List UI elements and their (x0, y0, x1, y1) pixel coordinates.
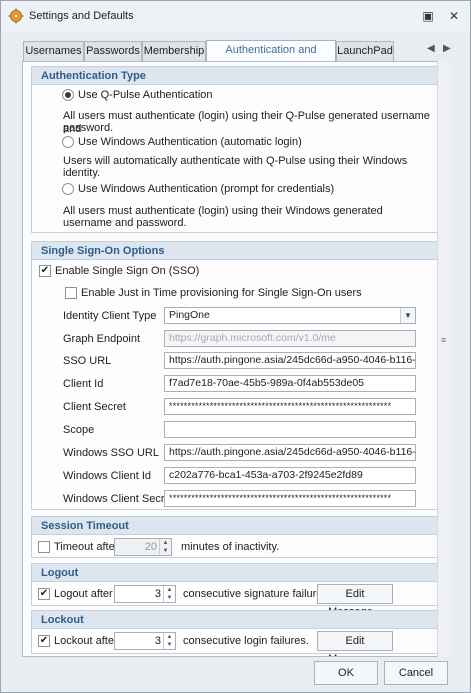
logout-label: Logout after (54, 588, 113, 600)
timeout-label: Timeout after (54, 541, 119, 553)
sso-title: Single Sign-On Options (41, 245, 165, 257)
sso-header: Single Sign-On Options (32, 242, 446, 260)
qpulse-auth-label: Use Q-Pulse Authentication (78, 89, 213, 101)
windows-sso-url-field[interactable]: https://auth.pingone.asia/245dc66d-a950-… (164, 444, 416, 461)
windows-prompt-auth-radio[interactable] (62, 183, 74, 195)
timeout-minutes-value: 20 (144, 541, 157, 553)
scroll-grip-icon[interactable]: ≡ (441, 336, 449, 345)
tab-scroll-left-icon[interactable]: ◀ (427, 43, 435, 54)
windows-prompt-auth-label: Use Windows Authentication (prompt for c… (78, 183, 335, 195)
lockout-checkbox[interactable]: ✔ (38, 635, 50, 647)
scope-label: Scope (63, 424, 95, 436)
graph-endpoint-label: Graph Endpoint (63, 333, 141, 345)
windows-auto-auth-desc-2: identity. (63, 167, 101, 179)
window-title: Settings and Defaults (29, 10, 134, 22)
sso-group: Single Sign-On Options ✔ Enable Single S… (31, 241, 447, 510)
windows-auto-auth-radio[interactable] (62, 136, 74, 148)
jit-provisioning-label: Enable Just in Time provisioning for Sin… (81, 287, 362, 299)
session-timeout-title: Session Timeout (41, 520, 129, 532)
cancel-button[interactable]: Cancel (384, 661, 448, 685)
spinner-arrows-icon[interactable]: ▲ ▼ (163, 633, 175, 649)
chevron-down-icon[interactable]: ▼ (400, 308, 415, 323)
close-button[interactable]: ✕ (445, 7, 463, 25)
vertical-scrollbar[interactable]: ≡ (437, 61, 451, 657)
logout-header: Logout (32, 564, 446, 582)
tab-launchpad[interactable]: LaunchPad (336, 41, 394, 61)
session-timeout-header: Session Timeout (32, 517, 446, 535)
lockout-attempts-stepper[interactable]: 3 ▲ ▼ (114, 632, 176, 650)
scope-field[interactable] (164, 421, 416, 438)
windows-sso-url-label: Windows SSO URL (63, 447, 159, 459)
graph-endpoint-field: https://graph.microsoft.com/v1.0/me (164, 330, 416, 347)
logout-checkbox[interactable]: ✔ (38, 588, 50, 600)
client-secret-label: Client Secret (63, 401, 126, 413)
spinner-arrows-icon: ▲ ▼ (159, 539, 171, 555)
windows-client-secret-field[interactable]: ****************************************… (164, 490, 416, 507)
identity-client-type-label: Identity Client Type (63, 310, 157, 322)
qpulse-auth-radio[interactable] (62, 89, 74, 101)
auth-type-title: Authentication Type (41, 70, 146, 82)
logout-edit-message-button[interactable]: Edit Message... (317, 584, 393, 618)
timeout-minutes-stepper: 20 ▲ ▼ (114, 538, 172, 556)
tab-authentication-and-security[interactable]: Authentication and Security (206, 40, 336, 74)
enable-sso-checkbox[interactable]: ✔ (39, 265, 51, 277)
lockout-header: Lockout (32, 611, 446, 629)
lockout-group: Lockout ✔ Lockout after 3 ▲ ▼ consecutive… (31, 610, 447, 656)
enable-sso-label: Enable Single Sign On (SSO) (55, 265, 200, 277)
spinner-arrows-icon[interactable]: ▲ ▼ (163, 586, 175, 602)
gear-icon (8, 8, 24, 24)
auth-type-group: Authentication Type Use Q-Pulse Authenti… (31, 66, 447, 233)
sso-url-label: SSO URL (63, 355, 112, 367)
identity-client-type-select[interactable]: PingOne (164, 307, 416, 324)
session-timeout-group: Session Timeout Timeout after 20 ▲ ▼ minu… (31, 516, 447, 558)
lockout-suffix: consecutive login failures. (183, 635, 309, 647)
settings-window: Settings and Defaults ▣ ✕ Usernames Pass… (0, 0, 471, 693)
client-secret-field[interactable]: ****************************************… (164, 398, 416, 415)
logout-attempts-value: 3 (154, 588, 161, 600)
tab-membership[interactable]: Membership (142, 41, 206, 61)
auth-type-header: Authentication Type (32, 67, 446, 85)
lockout-label: Lockout after (54, 635, 118, 647)
tab-usernames[interactable]: Usernames (23, 41, 84, 61)
client-id-field[interactable]: f7ad7e18-70ae-45b5-989a-0f4ab553de05 (164, 375, 416, 392)
auth-security-panel: Authentication Type Use Q-Pulse Authenti… (22, 61, 448, 657)
timeout-checkbox[interactable] (38, 541, 50, 553)
ok-button[interactable]: OK (314, 661, 378, 685)
logout-group: Logout ✔ Logout after 3 ▲ ▼ consecutive s… (31, 563, 447, 618)
restore-button[interactable]: ▣ (419, 7, 437, 25)
windows-client-secret-label: Windows Client Secret (63, 493, 174, 505)
windows-auto-auth-label: Use Windows Authentication (automatic lo… (78, 136, 302, 148)
lockout-title: Lockout (41, 614, 84, 626)
sso-url-field[interactable]: https://auth.pingone.asia/245dc66d-a950-… (164, 352, 416, 369)
jit-provisioning-checkbox[interactable] (65, 287, 77, 299)
lockout-edit-message-button[interactable]: Edit Message... (317, 631, 393, 656)
title-bar: Settings and Defaults ▣ ✕ (1, 1, 470, 31)
logout-title: Logout (41, 567, 79, 579)
lockout-attempts-value: 3 (154, 635, 161, 647)
qpulse-auth-desc-2: password. (63, 122, 114, 134)
tab-passwords[interactable]: Passwords (84, 41, 142, 61)
identity-client-type-value: PingOne (169, 309, 210, 321)
timeout-suffix: minutes of inactivity. (181, 541, 280, 553)
logout-suffix: consecutive signature failures. (183, 588, 331, 600)
windows-auto-auth-desc-1: Users will automatically authenticate wi… (63, 155, 408, 167)
logout-attempts-stepper[interactable]: 3 ▲ ▼ (114, 585, 176, 603)
tab-scroll-right-icon[interactable]: ▶ (443, 43, 451, 54)
windows-client-id-field[interactable]: c202a776-bca1-453a-a703-2f9245e2fd89 (164, 467, 416, 484)
windows-client-id-label: Windows Client Id (63, 470, 152, 482)
windows-prompt-auth-desc-2: username and password. (63, 217, 187, 229)
client-id-label: Client Id (63, 378, 104, 390)
qpulse-auth-desc-1: All users must authenticate (login) usin… (63, 110, 430, 135)
